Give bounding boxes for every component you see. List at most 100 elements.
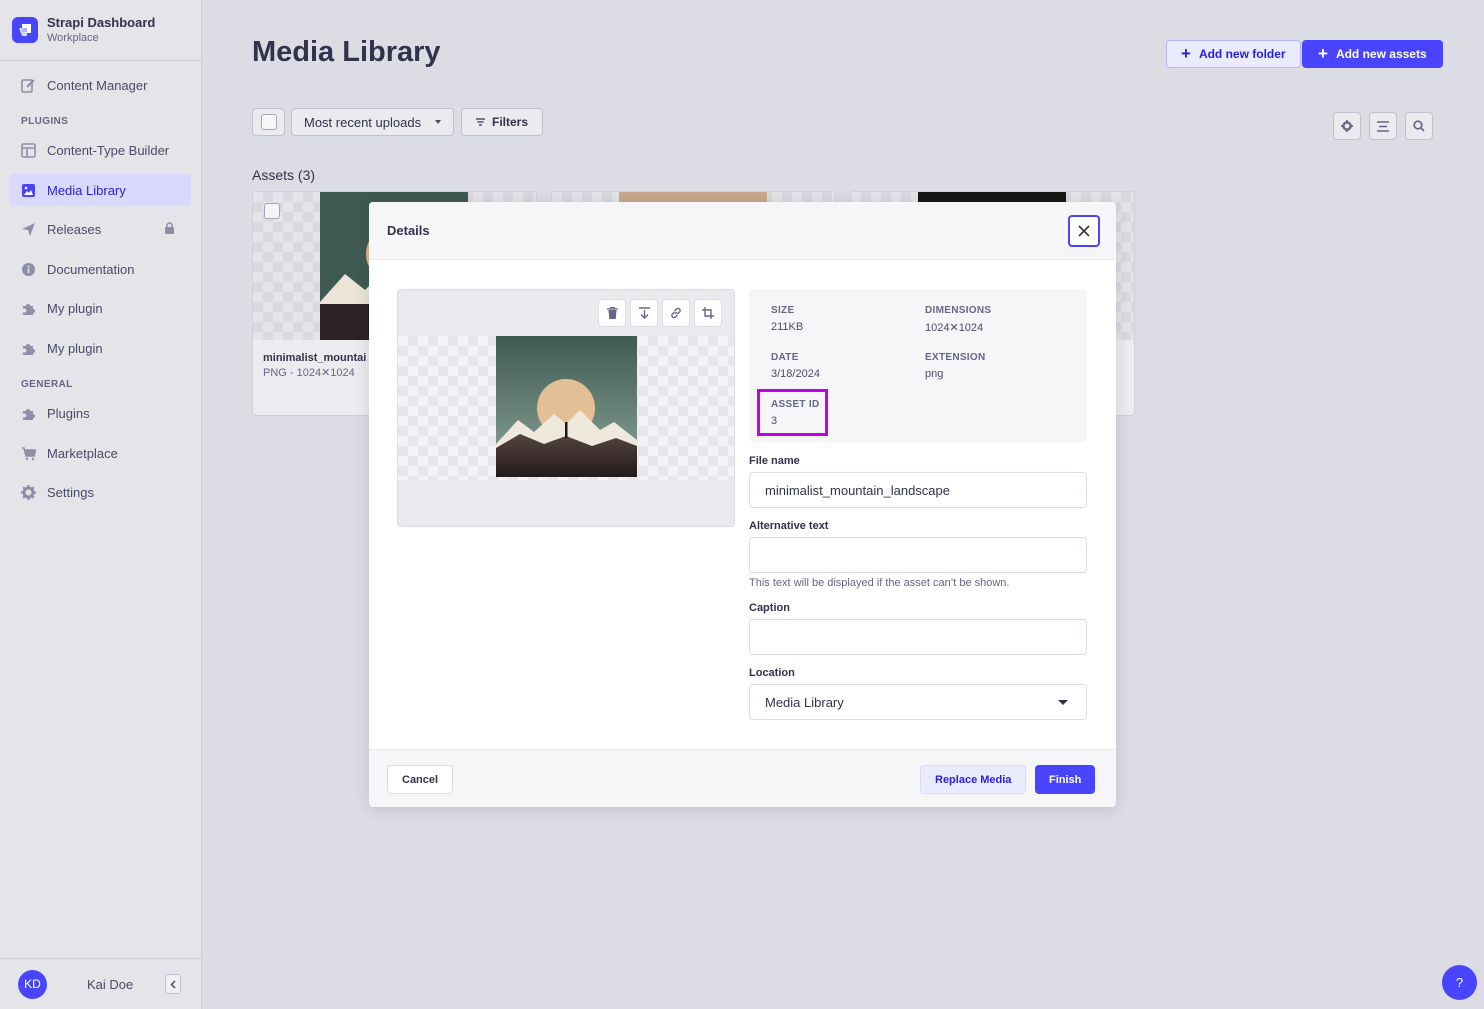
list-view-button[interactable] [1369, 112, 1397, 140]
add-new-assets-button[interactable]: + Add new assets [1302, 40, 1443, 68]
select-all-checkbox[interactable] [260, 114, 277, 130]
layout-icon [21, 143, 36, 158]
caret-down-icon [435, 120, 441, 124]
close-icon [1078, 225, 1090, 237]
sidebar-item-label: Content-Type Builder [47, 143, 170, 158]
size-meta: SIZE 211KB [771, 305, 803, 333]
collapse-sidebar-button[interactable] [165, 974, 181, 994]
add-new-assets-label: Add new assets [1335, 47, 1427, 61]
assets-section-title: Assets (3) [252, 167, 316, 183]
asset-metadata: SIZE 211KB DIMENSIONS 1024✕1024 DATE 3/1… [749, 289, 1087, 442]
sidebar-item-label: My plugin [47, 340, 103, 356]
alt-text-input[interactable] [749, 537, 1087, 573]
sidebar-item-my-plugin[interactable]: My plugin [10, 332, 191, 364]
general-section-label: GENERAL [21, 378, 73, 390]
sidebar-item-label: My plugin [47, 301, 103, 316]
alt-text-label: Alternative text [749, 520, 829, 532]
user-menu[interactable]: KD Kai Doe [0, 958, 201, 1009]
date-label: DATE [771, 352, 799, 363]
modal-header: Details [369, 202, 1116, 260]
sort-select[interactable]: Most recent uploads [291, 108, 454, 136]
puzzle-icon [21, 301, 36, 316]
pencil-icon [21, 78, 36, 93]
asset-card-checkbox[interactable] [264, 203, 280, 219]
caption-label: Caption [749, 602, 790, 614]
sidebar-item-label: Documentation [47, 261, 135, 277]
modal-footer: Cancel Replace Media Finish [369, 749, 1116, 807]
size-value: 211KB [771, 321, 804, 333]
date-value: 3/18/2024 [771, 368, 820, 380]
trash-icon [606, 307, 618, 319]
sidebar-item-plugins[interactable]: Plugins [10, 398, 191, 430]
mountain-image [496, 336, 637, 477]
sidebar-item-label: Releases [47, 222, 102, 237]
download-button[interactable] [630, 299, 658, 327]
search-button[interactable] [1405, 112, 1433, 140]
avatar[interactable]: KD [18, 969, 47, 999]
plugins-section-label: PLUGINS [21, 115, 69, 127]
copy-link-button[interactable] [662, 299, 690, 327]
sidebar-nav: Content Manager PLUGINS Content-Type Bui… [0, 61, 201, 509]
crop-button[interactable] [694, 299, 722, 327]
help-button[interactable]: ? [1442, 965, 1477, 1000]
close-button[interactable] [1068, 215, 1100, 247]
chevron-left-icon [170, 979, 176, 989]
sidebar-item-content-type-builder[interactable]: Content-Type Builder [10, 135, 191, 167]
brand-title: Strapi Dashboard [47, 15, 156, 30]
sort-select-value: Most recent uploads [304, 114, 422, 130]
extension-meta: EXTENSION png [925, 352, 986, 380]
sidebar-item-label: Marketplace [47, 445, 118, 461]
sidebar-item-content-manager[interactable]: Content Manager [10, 69, 191, 101]
delete-button[interactable] [598, 299, 626, 327]
asset-id-highlight [757, 389, 828, 436]
search-icon [1413, 120, 1425, 132]
cancel-button[interactable]: Cancel [387, 765, 454, 794]
sidebar-item-marketplace[interactable]: Marketplace [10, 437, 191, 469]
dimensions-label: DIMENSIONS [925, 305, 992, 316]
filter-icon [476, 118, 485, 126]
user-name[interactable]: Kai Doe [87, 977, 133, 992]
file-name-label: File name [749, 455, 800, 467]
preview-canvas [398, 336, 734, 480]
dimensions-value: 1024✕1024 [925, 322, 984, 334]
link-icon [671, 307, 681, 319]
gear-icon [1341, 120, 1353, 132]
location-label: Location [749, 667, 795, 679]
file-name-input[interactable]: minimalist_mountain_landscape [749, 472, 1087, 508]
puzzle-icon [21, 341, 36, 356]
asset-preview [397, 289, 735, 527]
add-new-folder-button[interactable]: + Add new folder [1166, 40, 1301, 68]
plus-icon: + [1318, 44, 1328, 63]
details-modal: Details SIZE 211KB DIMENSIONS 1024✕1024 … [369, 202, 1116, 807]
select-all-checkbox-wrapper[interactable] [252, 108, 285, 136]
sidebar-item-documentation[interactable]: Documentation [10, 253, 191, 285]
settings-button[interactable] [1333, 112, 1361, 140]
filters-label: Filters [491, 115, 528, 129]
alt-text-hint: This text will be displayed if the asset… [749, 577, 1010, 589]
dimensions-meta: DIMENSIONS 1024✕1024 [925, 305, 991, 334]
sidebar-item-label: Content Manager [47, 77, 148, 93]
sidebar-item-label: Plugins [47, 406, 90, 421]
cart-icon [21, 446, 36, 461]
sidebar-item-label: Settings [47, 485, 94, 500]
caption-input[interactable] [749, 619, 1087, 655]
puzzle-icon [21, 406, 36, 421]
sidebar-item-my-plugin[interactable]: My plugin [10, 293, 191, 325]
sidebar: Strapi Dashboard Workplace Content Manag… [0, 0, 202, 1009]
sidebar-item-releases[interactable]: Releases [10, 214, 191, 246]
sidebar-item-media-library[interactable]: Media Library [10, 174, 191, 206]
finish-button[interactable]: Finish [1035, 765, 1096, 794]
gear-icon [21, 485, 36, 500]
paper-plane-icon [21, 222, 36, 237]
modal-title: Details [387, 223, 430, 238]
caret-down-icon [1058, 700, 1068, 705]
brand: Strapi Dashboard Workplace [0, 0, 201, 61]
location-select[interactable]: Media Library [749, 684, 1087, 720]
sidebar-item-label: Media Library [47, 182, 126, 198]
sidebar-item-settings[interactable]: Settings [10, 477, 191, 509]
filters-button[interactable]: Filters [461, 108, 543, 136]
replace-media-button[interactable]: Replace Media [920, 765, 1027, 794]
extension-label: EXTENSION [925, 352, 986, 363]
preview-toolbar [598, 299, 722, 327]
download-icon [638, 307, 650, 319]
